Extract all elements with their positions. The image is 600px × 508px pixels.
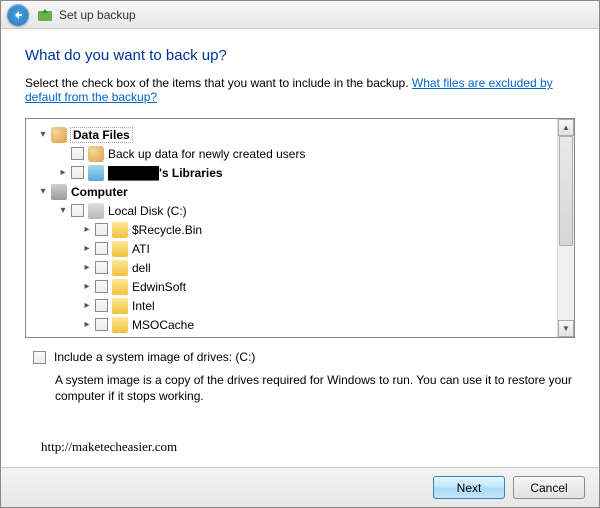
checkbox[interactable] xyxy=(71,204,84,217)
collapse-icon[interactable]: ▾ xyxy=(36,185,50,199)
system-image-option: Include a system image of drives: (C:) xyxy=(33,350,575,364)
node-label: Back up data for newly created users xyxy=(108,147,305,161)
folder-icon xyxy=(112,241,128,257)
tree-node-local-disk[interactable]: ▾ Local Disk (C:) xyxy=(28,201,555,220)
tree-viewport: ▾ Data Files ▸ Back up data for newly cr… xyxy=(26,119,557,337)
window-title: Set up backup xyxy=(59,8,136,22)
checkbox[interactable] xyxy=(95,223,108,236)
checkbox[interactable] xyxy=(95,261,108,274)
scroll-up-button[interactable]: ▲ xyxy=(558,119,574,136)
tree-node-new-users[interactable]: ▸ Back up data for newly created users xyxy=(28,144,555,163)
node-label: dell xyxy=(132,261,151,275)
button-label: Next xyxy=(457,481,482,495)
checkbox[interactable] xyxy=(71,166,84,179)
instruction-text: Select the check box of the items that y… xyxy=(25,76,575,104)
page-heading: What do you want to back up? xyxy=(25,47,575,64)
watermark-text: http://maketecheasier.com xyxy=(41,439,177,455)
expand-icon[interactable]: ▸ xyxy=(80,318,94,332)
checkbox[interactable] xyxy=(95,280,108,293)
arrow-left-icon xyxy=(12,9,24,21)
checkbox[interactable] xyxy=(95,299,108,312)
tree-node-folder[interactable]: ▸ dell xyxy=(28,258,555,277)
collapse-icon[interactable]: ▾ xyxy=(36,128,50,142)
scroll-thumb[interactable] xyxy=(559,136,573,246)
node-label: EdwinSoft xyxy=(132,280,186,294)
back-button[interactable] xyxy=(7,4,29,26)
node-label: $Recycle.Bin xyxy=(132,223,202,237)
tree-node-folder[interactable]: ▸ ATI xyxy=(28,239,555,258)
user-icon xyxy=(88,146,104,162)
tree-node-user-libraries[interactable]: ▸ ██████'s Libraries xyxy=(28,163,555,182)
checkbox[interactable] xyxy=(71,147,84,160)
node-label: MSOCache xyxy=(132,318,194,332)
collapse-icon[interactable]: ▾ xyxy=(56,204,70,218)
node-label: Local Disk (C:) xyxy=(108,204,187,218)
expand-icon[interactable]: ▸ xyxy=(80,299,94,313)
node-label: Computer xyxy=(71,185,128,199)
folder-icon xyxy=(112,317,128,333)
backup-app-icon xyxy=(37,7,53,23)
tree-node-folder[interactable]: ▸ $Recycle.Bin xyxy=(28,220,555,239)
expand-icon[interactable]: ▸ xyxy=(80,242,94,256)
library-icon xyxy=(88,165,104,181)
folder-icon xyxy=(112,298,128,314)
expand-icon[interactable]: ▸ xyxy=(56,166,70,180)
cancel-button[interactable]: Cancel xyxy=(513,476,585,499)
titlebar: Set up backup xyxy=(1,1,599,29)
folder-icon xyxy=(112,222,128,238)
scroll-down-button[interactable]: ▼ xyxy=(558,320,574,337)
expand-icon[interactable]: ▸ xyxy=(80,261,94,275)
system-image-checkbox[interactable] xyxy=(33,351,46,364)
tree-node-folder[interactable]: ▸ Intel xyxy=(28,296,555,315)
tree-node-folder[interactable]: ▸ MSOCache xyxy=(28,315,555,334)
folder-icon xyxy=(112,279,128,295)
node-label: Intel xyxy=(132,299,155,313)
computer-icon xyxy=(51,184,67,200)
checkbox[interactable] xyxy=(95,242,108,255)
folder-icon xyxy=(112,260,128,276)
instruction-label: Select the check box of the items that y… xyxy=(25,76,412,90)
backup-items-tree: ▾ Data Files ▸ Back up data for newly cr… xyxy=(25,118,575,338)
scroll-track[interactable] xyxy=(558,136,574,320)
drive-icon xyxy=(88,203,104,219)
tree-node-computer[interactable]: ▾ Computer xyxy=(28,182,555,201)
content-area: What do you want to back up? Select the … xyxy=(1,29,599,467)
expand-icon[interactable]: ▸ xyxy=(80,280,94,294)
users-icon xyxy=(51,127,67,143)
next-button[interactable]: Next xyxy=(433,476,505,499)
node-label: Data Files xyxy=(71,128,132,142)
system-image-label: Include a system image of drives: (C:) xyxy=(54,350,255,364)
node-label: ATI xyxy=(132,242,150,256)
expand-icon[interactable]: ▸ xyxy=(80,223,94,237)
vertical-scrollbar[interactable]: ▲ ▼ xyxy=(557,119,574,337)
tree-node-data-files[interactable]: ▾ Data Files xyxy=(28,125,555,144)
button-label: Cancel xyxy=(530,481,567,495)
node-label: ██████'s Libraries xyxy=(108,166,223,180)
system-image-description: A system image is a copy of the drives r… xyxy=(55,372,575,404)
wizard-footer: Next Cancel xyxy=(1,467,599,507)
tree-node-folder[interactable]: ▸ EdwinSoft xyxy=(28,277,555,296)
checkbox[interactable] xyxy=(95,318,108,331)
wizard-window: Set up backup What do you want to back u… xyxy=(0,0,600,508)
